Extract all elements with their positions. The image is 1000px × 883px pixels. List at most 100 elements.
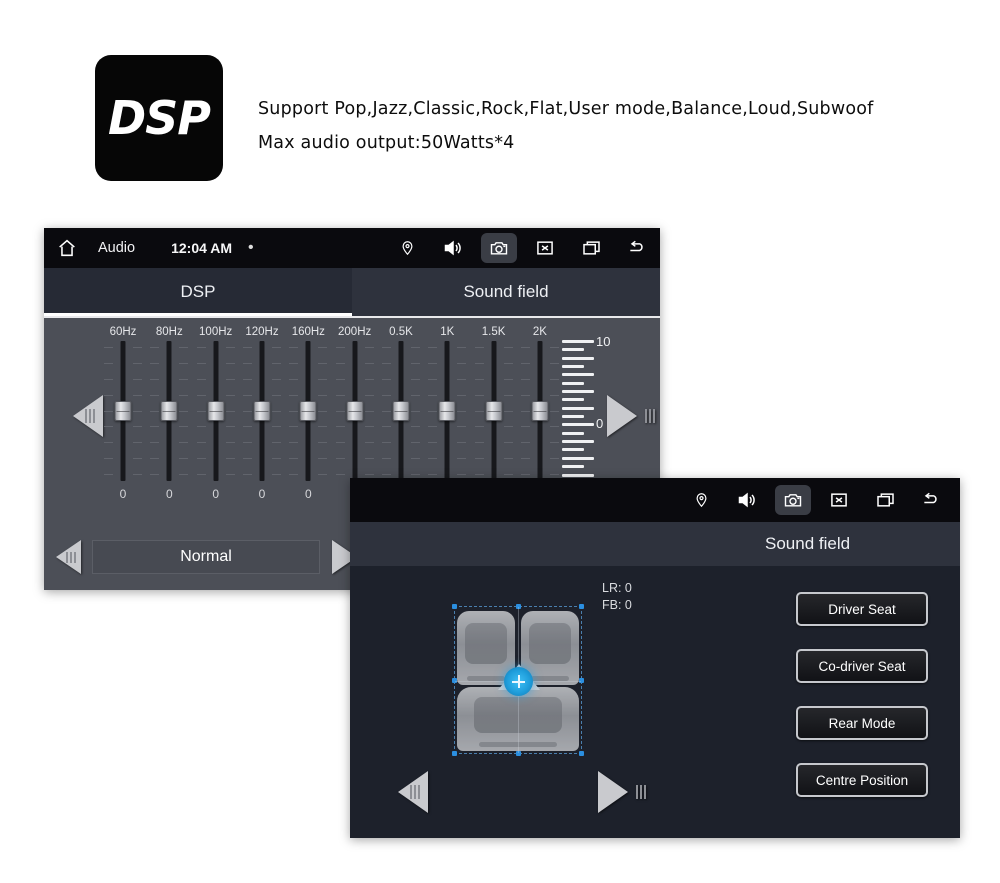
eq-band-track[interactable] bbox=[196, 341, 235, 481]
dsp-statusbar: Audio 12:04 AM • bbox=[44, 228, 660, 268]
selection-handle[interactable] bbox=[452, 604, 457, 609]
close-box-icon[interactable] bbox=[527, 233, 563, 263]
soundfield-preset-buttons: Driver Seat Co-driver Seat Rear Mode Cen… bbox=[796, 592, 928, 797]
clock: 12:04 AM bbox=[171, 240, 233, 256]
eq-band-value: 0 bbox=[212, 487, 219, 501]
eq-band-track[interactable] bbox=[520, 341, 559, 481]
volume-icon[interactable] bbox=[729, 485, 765, 515]
right-triangle-icon bbox=[598, 771, 646, 813]
eq-band-thumb[interactable] bbox=[253, 401, 271, 421]
driver-seat-label: Driver Seat bbox=[828, 601, 896, 617]
eq-band-track[interactable] bbox=[381, 341, 420, 481]
eq-band-120hz[interactable]: 120Hz 0 bbox=[242, 326, 281, 521]
driver-seat-button[interactable]: Driver Seat bbox=[796, 592, 928, 626]
selection-handle[interactable] bbox=[579, 604, 584, 609]
tab-dsp[interactable]: DSP bbox=[44, 268, 352, 316]
eq-band-track[interactable] bbox=[428, 341, 467, 481]
eq-band-thumb[interactable] bbox=[438, 401, 456, 421]
fb-value: FB: 0 bbox=[602, 598, 632, 612]
tab-sound-field-label: Sound field bbox=[765, 534, 851, 553]
dsp-tabbar: DSP Sound field bbox=[44, 268, 660, 316]
location-icon[interactable] bbox=[683, 485, 719, 515]
eq-band-label: 120Hz bbox=[245, 326, 279, 338]
eq-band-thumb[interactable] bbox=[346, 401, 364, 421]
selection-handle[interactable] bbox=[452, 751, 457, 756]
left-triangle-icon bbox=[398, 771, 428, 813]
promo-line-1: Support Pop,Jazz,Classic,Rock,Flat,User … bbox=[258, 99, 874, 119]
db-scale-top-label: 10 bbox=[596, 334, 611, 349]
eq-band-track[interactable] bbox=[335, 341, 374, 481]
home-icon[interactable] bbox=[49, 233, 85, 263]
eq-band-thumb[interactable] bbox=[531, 401, 549, 421]
eq-band-60hz[interactable]: 60Hz 0 bbox=[104, 326, 142, 521]
move-left-arrow[interactable] bbox=[398, 771, 428, 813]
eq-band-value: 0 bbox=[165, 487, 173, 501]
eq-band-thumb[interactable] bbox=[299, 401, 317, 421]
eq-band-label: 1K bbox=[440, 326, 455, 338]
eq-band-track[interactable] bbox=[474, 341, 513, 481]
camera-icon[interactable] bbox=[481, 233, 517, 263]
back-icon[interactable] bbox=[619, 233, 655, 263]
eq-band-value: 0 bbox=[119, 487, 127, 501]
eq-band-value: 0 bbox=[258, 487, 266, 501]
centre-position-button[interactable]: Centre Position bbox=[796, 763, 928, 797]
eq-band-label: 100Hz bbox=[199, 326, 233, 338]
camera-icon[interactable] bbox=[775, 485, 811, 515]
eq-band-track[interactable] bbox=[150, 341, 189, 481]
eq-band-thumb[interactable] bbox=[160, 401, 178, 421]
promo-description: Support Pop,Jazz,Classic,Rock,Flat,User … bbox=[258, 92, 874, 160]
eq-band-thumb[interactable] bbox=[392, 401, 410, 421]
eq-band-thumb[interactable] bbox=[485, 401, 503, 421]
eq-band-label: 200Hz bbox=[338, 326, 372, 338]
eq-band-label: 0.5K bbox=[389, 326, 413, 338]
app-label: Audio bbox=[98, 240, 136, 256]
left-triangle-icon bbox=[73, 395, 103, 437]
eq-band-label: 60Hz bbox=[109, 326, 137, 338]
prev-band-arrow[interactable] bbox=[68, 394, 108, 438]
previous-preset-arrow[interactable] bbox=[44, 540, 92, 574]
left-triangle-icon bbox=[55, 540, 81, 574]
close-box-icon[interactable] bbox=[821, 485, 857, 515]
soundfield-window: Sound field LR: 0 FB: 0 Driver Seat Co-d… bbox=[350, 478, 960, 838]
page-root: DSP Support Pop,Jazz,Classic,Rock,Flat,U… bbox=[0, 0, 1000, 883]
location-icon[interactable] bbox=[389, 233, 425, 263]
eq-band-label: 2K bbox=[532, 326, 547, 338]
soundfield-body: LR: 0 FB: 0 Driver Seat Co-driver Seat R… bbox=[350, 566, 960, 838]
dsp-logo: DSP bbox=[95, 55, 223, 181]
balance-readout: LR: 0 FB: 0 bbox=[602, 580, 632, 614]
tab-sound-field[interactable]: Sound field bbox=[352, 268, 660, 316]
co-driver-seat-button[interactable]: Co-driver Seat bbox=[796, 649, 928, 683]
eq-band-160hz[interactable]: 160Hz 0 bbox=[289, 326, 328, 521]
tab-sound-field-label: Sound field bbox=[463, 282, 549, 301]
right-triangle-icon bbox=[607, 395, 655, 437]
promo-line-2: Max audio output:50Watts*4 bbox=[258, 133, 515, 153]
recents-icon[interactable] bbox=[867, 485, 903, 515]
seat-position-pad[interactable] bbox=[452, 604, 584, 756]
soundfield-tabbar[interactable]: Sound field bbox=[350, 522, 960, 566]
rear-mode-label: Rear Mode bbox=[828, 715, 896, 731]
eq-band-label: 80Hz bbox=[155, 326, 183, 338]
move-right-arrow[interactable] bbox=[598, 771, 646, 813]
eq-band-track[interactable] bbox=[242, 341, 281, 481]
selection-handle[interactable] bbox=[579, 751, 584, 756]
dsp-logo-text: DSP bbox=[107, 91, 211, 145]
tab-dsp-label: DSP bbox=[180, 282, 216, 301]
eq-band-thumb[interactable] bbox=[207, 401, 225, 421]
back-icon[interactable] bbox=[913, 485, 949, 515]
rear-mode-button[interactable]: Rear Mode bbox=[796, 706, 928, 740]
eq-band-track[interactable] bbox=[289, 341, 328, 481]
eq-band-track[interactable] bbox=[104, 341, 142, 481]
recents-icon[interactable] bbox=[573, 233, 609, 263]
soundfield-statusbar bbox=[350, 478, 960, 522]
preset-value: Normal bbox=[180, 548, 232, 565]
volume-icon[interactable] bbox=[435, 233, 471, 263]
eq-band-label: 1.5K bbox=[481, 326, 506, 338]
notification-dot: • bbox=[248, 239, 254, 256]
preset-display[interactable]: Normal bbox=[92, 540, 320, 574]
next-band-arrow[interactable] bbox=[602, 394, 655, 438]
eq-band-80hz[interactable]: 80Hz 0 bbox=[150, 326, 189, 521]
eq-band-100hz[interactable]: 100Hz 0 bbox=[196, 326, 235, 521]
eq-band-thumb[interactable] bbox=[114, 401, 132, 421]
eq-band-label: 160Hz bbox=[291, 326, 325, 338]
listening-position-marker[interactable] bbox=[504, 667, 533, 696]
